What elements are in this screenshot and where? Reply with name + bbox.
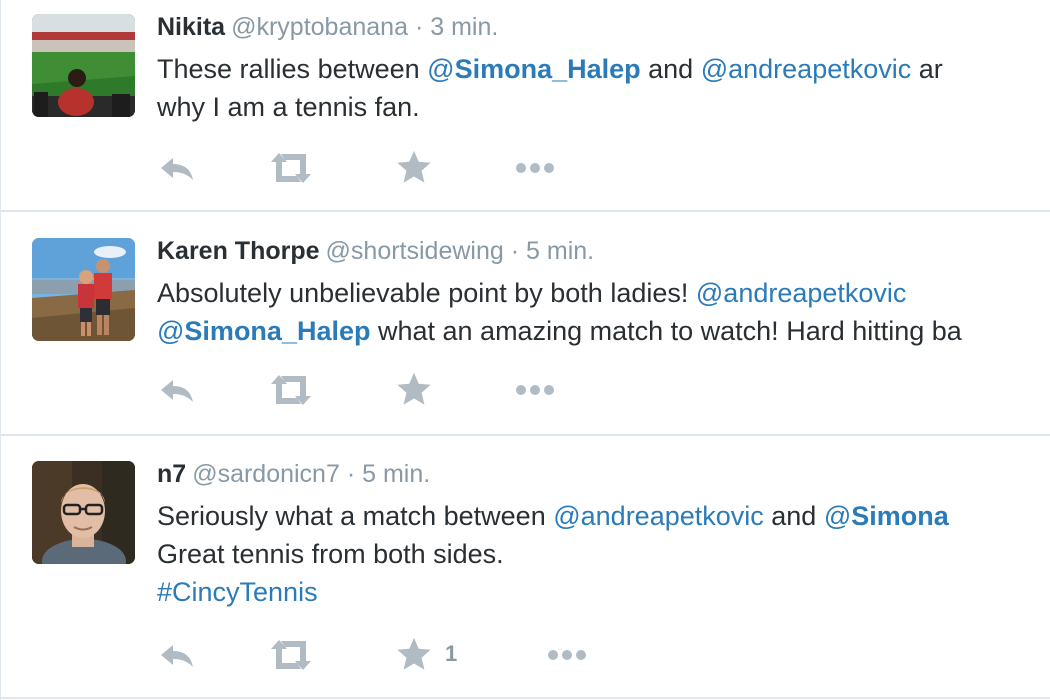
more-button[interactable] [545, 635, 589, 675]
mention-link[interactable]: @Simona_Halep [157, 316, 370, 346]
tweet-line: Seriously what a match between @andreape… [157, 497, 1050, 535]
tweet-header: Karen Thorpe @shortsidewing · 5 min. [157, 236, 594, 266]
tweet-text: Seriously what a match between @andreape… [157, 497, 1050, 611]
reply-arrow-icon [161, 158, 193, 180]
timestamp[interactable]: 5 min. [526, 237, 594, 265]
tweet-line: #CincyTennis [157, 573, 1050, 611]
mention-name: andreapetkovic [580, 501, 764, 531]
tweet-line: Great tennis from both sides. [157, 535, 1050, 573]
separator: · [414, 13, 424, 41]
tweet-line: why I am a tennis fan. [157, 88, 1050, 126]
more-button[interactable] [513, 370, 557, 410]
separator: · [510, 237, 520, 265]
fullname[interactable]: Karen Thorpe [157, 237, 320, 265]
avatar-image [32, 238, 135, 341]
retweet-icon [271, 153, 311, 183]
tweet-line: Absolutely unbelievable point by both la… [157, 274, 1050, 312]
reply-arrow-icon [161, 380, 193, 402]
reply-button[interactable] [157, 635, 197, 675]
favorite-button[interactable]: 1 [395, 635, 457, 673]
mention-at: @ [427, 54, 455, 84]
more-button[interactable] [513, 148, 557, 188]
tweet-header: n7 @sardonicn7 · 5 min. [157, 459, 430, 489]
star-icon [397, 637, 431, 670]
avatar-image [32, 14, 135, 117]
fullname[interactable]: Nikita [157, 13, 225, 41]
more-dots-icon [516, 163, 554, 173]
avatar[interactable] [32, 238, 135, 341]
retweet-button[interactable] [267, 635, 315, 675]
username[interactable]: @sardonicn7 [192, 460, 340, 488]
mention-at: @ [553, 501, 581, 531]
text-segment: Absolutely unbelievable point by both la… [157, 278, 696, 308]
timestamp[interactable]: 3 min. [430, 13, 498, 41]
mention-name: Simona_Halep [454, 54, 641, 84]
mention-at: @ [695, 278, 724, 308]
text-segment: and [640, 54, 701, 84]
avatar-image [32, 461, 135, 564]
text-segment: what an amazing match to watch! Hard hit… [370, 316, 962, 346]
more-dots-icon [548, 650, 586, 660]
reply-arrow-icon [161, 645, 193, 667]
mention-at: @ [700, 54, 729, 84]
mention-name: Simona_Halep [184, 316, 371, 346]
mention-at: @ [157, 316, 185, 346]
more-dots-icon [516, 385, 554, 395]
retweet-icon [271, 640, 311, 670]
star-icon [397, 372, 431, 405]
reply-button[interactable] [157, 370, 197, 410]
tweet-line: These rallies between @Simona_Halep and … [157, 50, 1050, 88]
mention-name: Simona [851, 501, 949, 531]
fullname[interactable]: n7 [157, 460, 186, 488]
retweet-icon [271, 375, 311, 405]
text-segment: why I am a tennis fan. [157, 92, 420, 122]
favorite-count: 1 [445, 641, 458, 666]
username[interactable]: @kryptobanana [231, 13, 408, 41]
tweet-stream: Nikita @kryptobanana · 3 min. These ralli… [0, 0, 1050, 700]
mention-link[interactable]: @andreapetkovic [696, 278, 907, 308]
mention-name: andreapetkovic [723, 278, 907, 308]
avatar[interactable] [32, 461, 135, 564]
text-segment: Seriously what a match between [157, 501, 554, 531]
tweet-header: Nikita @kryptobanana · 3 min. [157, 12, 498, 42]
retweet-button[interactable] [267, 148, 315, 188]
avatar[interactable] [32, 14, 135, 117]
username[interactable]: @shortsidewing [326, 237, 504, 265]
star-icon [397, 150, 431, 183]
favorite-button[interactable] [395, 370, 433, 408]
timestamp[interactable]: 5 min. [362, 460, 430, 488]
separator: · [346, 460, 356, 488]
mention-link[interactable]: @Simona [824, 501, 949, 531]
text-segment: and [763, 501, 824, 531]
text-segment: These rallies between [157, 54, 428, 84]
mention-at: @ [823, 501, 852, 531]
favorite-button[interactable] [395, 148, 433, 186]
tweet-line: @Simona_Halep what an amazing match to w… [157, 312, 1050, 350]
text-segment: ar [911, 54, 943, 84]
mention-name: andreapetkovic [728, 54, 912, 84]
tweet: n7 @sardonicn7 · 5 min. Seriously what a … [1, 447, 1050, 699]
tweet-text: Absolutely unbelievable point by both la… [157, 274, 1050, 350]
hashtag-link[interactable]: #CincyTennis [157, 577, 318, 607]
retweet-button[interactable] [267, 370, 315, 410]
reply-button[interactable] [157, 148, 197, 188]
mention-link[interactable]: @andreapetkovic [701, 54, 912, 84]
mention-link[interactable]: @Simona_Halep [427, 54, 640, 84]
text-segment: Great tennis from both sides. [157, 539, 504, 569]
mention-link[interactable]: @andreapetkovic [553, 501, 764, 531]
tweet: Karen Thorpe @shortsidewing · 5 min. Abso… [1, 224, 1050, 436]
tweet-text: These rallies between @Simona_Halep and … [157, 50, 1050, 126]
tweet: Nikita @kryptobanana · 3 min. These ralli… [1, 0, 1050, 212]
